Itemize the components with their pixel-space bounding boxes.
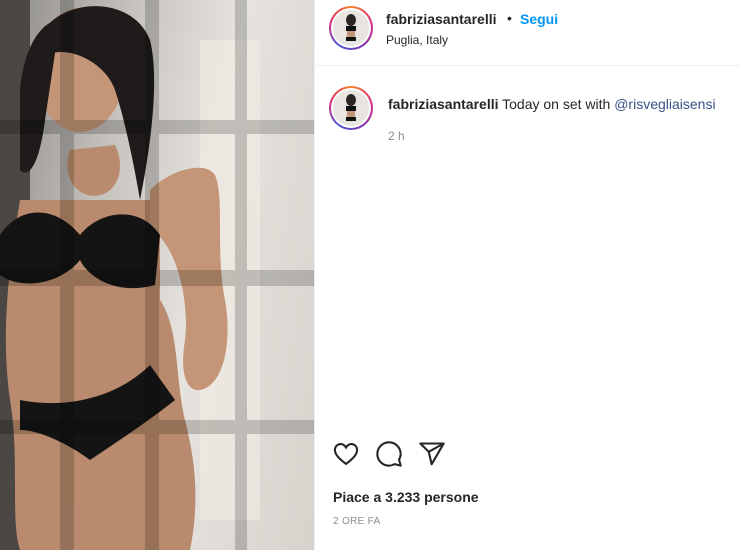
post-photo[interactable] [0,0,314,550]
caption-text: fabriziasantarelli Today on set with @ri… [388,96,716,112]
avatar-image [333,10,369,46]
avatar-thumbnail [333,90,369,126]
avatar-frame [331,88,371,128]
caption-author-avatar[interactable] [329,86,373,130]
comment-bubble-icon[interactable] [375,440,405,470]
post-side-panel: fabriziasantarelli • Segui Puglia, Italy [314,0,740,550]
avatar-thumbnail [333,10,369,46]
caption-mention[interactable]: @risvegliaisensi [614,96,715,112]
post-photo-illustration [0,0,314,550]
heart-icon[interactable] [332,440,362,470]
caption-time: 2 h [388,129,405,143]
separator-dot: • [507,10,512,26]
caption-body: Today on set with [502,96,615,112]
post-location[interactable]: Puglia, Italy [386,33,448,47]
caption-username[interactable]: fabriziasantarelli [388,96,499,112]
author-username[interactable]: fabriziasantarelli [386,11,497,27]
post-timestamp[interactable]: 2 ORE FA [333,516,380,527]
follow-button[interactable]: Segui [520,11,558,27]
likes-count[interactable]: Piace a 3.233 persone [333,489,479,505]
avatar-image [333,90,369,126]
avatar-frame [331,8,371,48]
post-header: fabriziasantarelli • Segui Puglia, Italy [315,0,740,66]
author-avatar[interactable] [329,6,373,50]
paper-plane-icon[interactable] [418,440,448,470]
